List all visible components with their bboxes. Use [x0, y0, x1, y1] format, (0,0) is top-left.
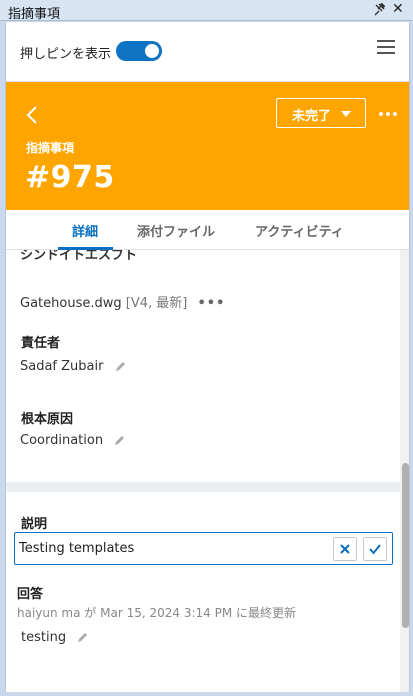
toolbar: 押しピンを表示 — [6, 22, 409, 82]
root-cause-field[interactable]: Coordination — [20, 433, 125, 448]
response-value: testing — [21, 630, 67, 645]
response-suffix: に最終更新 — [236, 606, 297, 620]
root-cause-label: 根本原因 — [21, 412, 74, 427]
scrollbar-thumb[interactable] — [402, 463, 409, 628]
scrollbar[interactable] — [400, 250, 409, 692]
cancel-button[interactable] — [333, 537, 357, 561]
response-field[interactable]: testing — [21, 630, 88, 645]
issue-header: 未完了 指摘事項 #975 — [6, 82, 409, 210]
file-version: [V4, 最新] — [125, 296, 188, 311]
file-reference[interactable]: Gatehouse.dwg [V4, 最新] ••• — [20, 292, 225, 311]
issue-type: 指摘事項 — [26, 141, 75, 155]
confirm-button[interactable] — [363, 537, 387, 561]
description-label: 説明 — [21, 517, 48, 532]
close-icon — [340, 544, 350, 554]
edit-pencil-icon[interactable] — [113, 435, 125, 447]
edit-pencil-icon[interactable] — [76, 632, 88, 644]
pin-icon[interactable] — [373, 3, 387, 17]
response-timestamp: Mar 15, 2024 3:14 PM — [100, 606, 233, 620]
root-cause-value: Coordination — [20, 433, 104, 448]
tab-activity[interactable]: アクティビティ — [255, 221, 344, 240]
window-title: 指摘事項 — [8, 7, 61, 22]
status-dropdown[interactable]: 未完了 — [276, 98, 366, 128]
details-content: シンドイトエスブト Gatehouse.dwg [V4, 最新] ••• 責任者… — [6, 250, 409, 692]
response-author: haiyun ma — [17, 606, 81, 620]
hamburger-menu-icon[interactable] — [377, 40, 395, 56]
check-icon — [369, 544, 381, 555]
response-label: 回答 — [17, 587, 44, 602]
file-more-icon[interactable]: ••• — [197, 296, 225, 311]
description-editor — [14, 532, 393, 565]
assignee-field[interactable]: Sadaf Zubair — [20, 359, 126, 374]
description-input[interactable] — [19, 538, 329, 559]
response-connector: が — [84, 606, 97, 620]
edit-pencil-icon[interactable] — [114, 361, 126, 373]
tab-bar: 詳細 添付ファイル アクティビティ — [6, 210, 409, 250]
back-icon[interactable] — [25, 105, 39, 125]
tab-details[interactable]: 詳細 — [72, 221, 98, 240]
assignee-label: 責任者 — [21, 336, 61, 351]
issue-number: #975 — [25, 160, 115, 195]
section-heading-cut: シンドイトエスブト — [20, 250, 138, 263]
more-options-icon[interactable] — [379, 112, 399, 117]
section-divider — [6, 482, 400, 492]
tab-attachments[interactable]: 添付ファイル — [137, 221, 215, 240]
show-pins-label: 押しピンを表示 — [20, 47, 112, 62]
file-name[interactable]: Gatehouse.dwg — [20, 296, 122, 311]
assignee-value: Sadaf Zubair — [20, 359, 104, 374]
chevron-down-icon — [341, 111, 351, 117]
show-pins-toggle[interactable] — [116, 41, 162, 61]
status-label: 未完了 — [292, 109, 332, 124]
response-meta: haiyun ma が Mar 15, 2024 3:14 PM に最終更新 — [17, 604, 296, 621]
close-icon[interactable]: ✕ — [392, 1, 404, 17]
toggle-knob — [145, 44, 159, 58]
window-titlebar: 指摘事項 ✕ — [0, 0, 413, 22]
issue-panel: 押しピンを表示 未完了 指摘事項 #975 詳細 添付ファイル アクティビティ … — [5, 22, 410, 692]
